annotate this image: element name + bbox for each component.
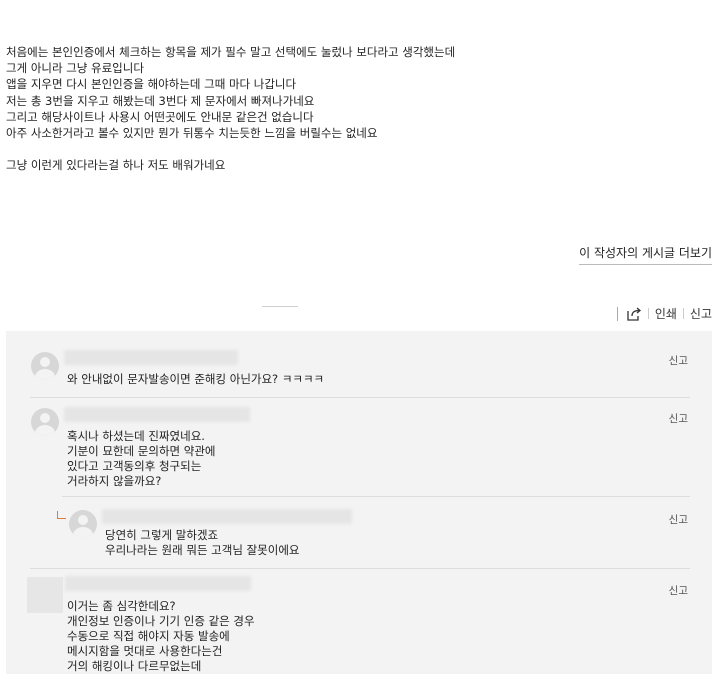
comment-author[interactable] — [64, 407, 250, 422]
comment-text: 혹시나 하셨는데 진짜였네요. 기분이 묘한데 문의하면 약관에 있다고 고객동… — [67, 429, 216, 488]
avatar[interactable] — [31, 352, 59, 380]
report-post-button[interactable]: 신고 — [690, 305, 712, 322]
divider — [616, 306, 618, 321]
avatar[interactable] — [31, 408, 59, 436]
post-line: 저는 총 3번을 지우고 해봤는데 3번다 제 문자에서 빠져나가네요 — [6, 93, 315, 108]
comment-report-button[interactable]: 신고 — [669, 512, 688, 527]
comment-text: 당연히 그렇게 말하겠죠 우리나라는 원래 뭐든 고객님 잘못이에요 — [105, 528, 300, 557]
comment-author[interactable] — [65, 576, 251, 591]
comment-item: 신고 혹시나 하셨는데 진짜였네요. 기분이 묘한데 문의하면 약관에 있다고 … — [6, 397, 712, 497]
post-line: 그게 아니라 그냥 유료입니다 — [6, 61, 144, 76]
share-icon — [627, 307, 641, 321]
comment-report-button[interactable]: 신고 — [669, 411, 688, 426]
more-posts-link[interactable]: 이 작성자의 게시글 더보기 — [579, 244, 712, 265]
divider — [682, 308, 684, 319]
comment-report-button[interactable]: 신고 — [669, 583, 688, 598]
print-button[interactable]: 인쇄 — [655, 305, 677, 322]
divider — [262, 306, 298, 307]
comment-text: 와 안내없이 문자발송이면 준해킹 아닌가요? ㅋㅋㅋㅋ — [67, 372, 325, 386]
reply-arrow-icon — [57, 511, 66, 519]
comment-author[interactable] — [64, 350, 238, 365]
post-line: 그리고 해당사이트나 사용시 어떤곳에도 안내문 같은건 없습니다 — [6, 109, 314, 124]
post-line: 처음에는 본인인증에서 체크하는 항목을 제가 필수 말고 선택에도 눌렀나 보… — [6, 45, 456, 59]
comment-author[interactable] — [102, 509, 352, 524]
comment-item: 신고 이거는 좀 심각한데요? 개인정보 인증이나 기기 인증 같은 경우 수동… — [6, 569, 712, 674]
comment-text: 이거는 좀 심각한데요? 개인정보 인증이나 기기 인증 같은 경우 수동으로 … — [67, 599, 255, 673]
post-tools: 인쇄 신고 — [616, 305, 712, 322]
avatar[interactable] — [27, 577, 63, 613]
comment-report-button[interactable]: 신고 — [669, 353, 688, 368]
post-line: 앱을 지우면 다시 본인인증을 해야하는데 그때 마다 나갑니다 — [6, 77, 297, 92]
comment-reply-item: 신고 당연히 그렇게 말하겠죠 우리나라는 원래 뭐든 고객님 잘못이에요 — [6, 497, 712, 569]
divider — [647, 308, 649, 319]
post-closing-line: 그냥 이런게 있다라는걸 하나 저도 배워가네요 — [6, 158, 226, 173]
post-body: 처음에는 본인인증에서 체크하는 항목을 제가 필수 말고 선택에도 눌렀나 보… — [6, 44, 706, 173]
comment-list: 신고 와 안내없이 문자발송이면 준해킹 아닌가요? ㅋㅋㅋㅋ 신고 혹시나 하… — [6, 331, 712, 674]
share-button[interactable] — [626, 307, 642, 321]
comment-item: 신고 와 안내없이 문자발송이면 준해킹 아닌가요? ㅋㅋㅋㅋ — [6, 331, 712, 397]
avatar[interactable] — [69, 510, 97, 538]
post-line: 아주 사소한거라고 볼수 있지만 뭔가 뒤통수 치는듯한 느낌을 버릴수는 없네… — [6, 126, 378, 141]
